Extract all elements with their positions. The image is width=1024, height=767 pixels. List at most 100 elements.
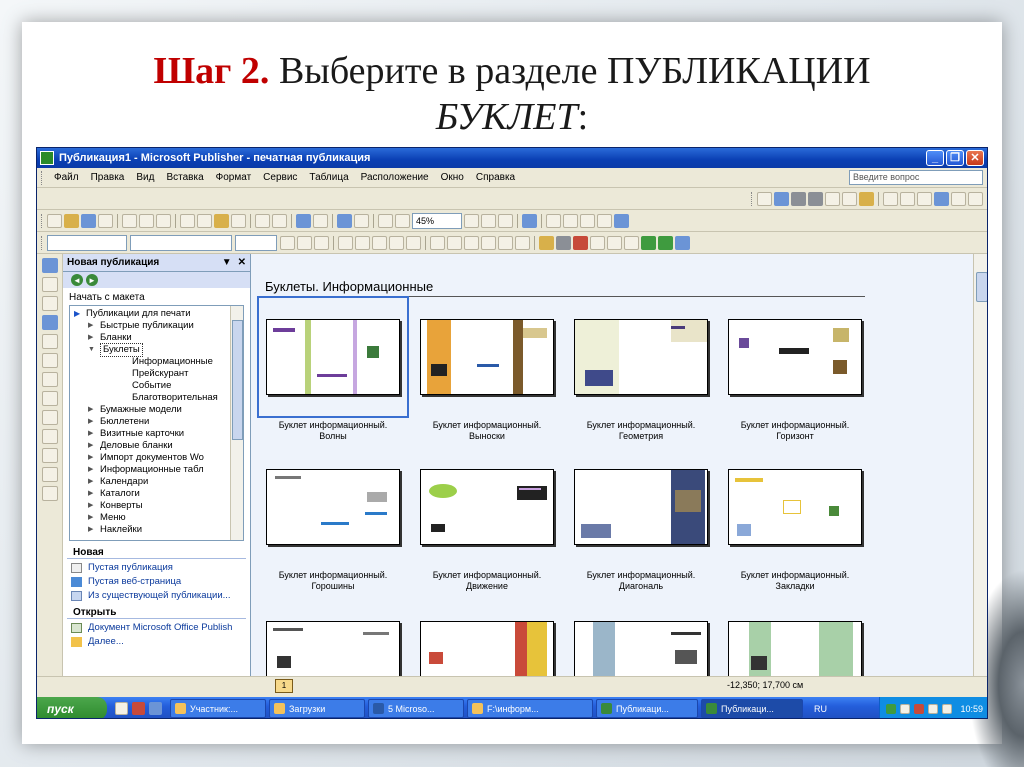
prev-frame-icon[interactable] [580, 213, 595, 228]
booklet-card-dots[interactable]: Буклет информационный. Горошины [259, 448, 407, 592]
dash-style-icon[interactable] [607, 235, 622, 250]
columns-icon[interactable] [378, 213, 393, 228]
reset-picture-icon[interactable] [968, 191, 983, 206]
set-transparent-icon[interactable] [951, 191, 966, 206]
format-painter-icon[interactable] [231, 213, 246, 228]
select-arrow-icon[interactable] [41, 258, 58, 273]
justify-icon[interactable] [389, 235, 404, 250]
menu-insert[interactable]: Вставка [160, 172, 209, 183]
pilcrow-icon[interactable] [395, 213, 410, 228]
increase-indent-icon[interactable] [481, 235, 496, 250]
chevron-down-icon[interactable]: ▼ [222, 257, 232, 268]
menu-arrange[interactable]: Расположение [355, 172, 435, 183]
tree-item[interactable]: ▶ Наклейки [74, 524, 243, 536]
redo-icon[interactable] [272, 213, 287, 228]
oval-icon[interactable] [41, 410, 58, 425]
spelling-icon[interactable] [156, 213, 171, 228]
open-icon[interactable] [64, 213, 79, 228]
tree-item[interactable]: ▶ Импорт документов Wo [74, 452, 243, 464]
align-right-icon[interactable] [372, 235, 387, 250]
align-left-icon[interactable] [338, 235, 353, 250]
print-preview-icon[interactable] [139, 213, 154, 228]
tree-item[interactable]: ▶ Информационные табл [74, 464, 243, 476]
italic-icon[interactable] [297, 235, 312, 250]
start-button[interactable]: пуск [37, 697, 107, 718]
line-style-icon[interactable] [883, 191, 898, 206]
save-icon[interactable] [81, 213, 96, 228]
design-gallery-icon[interactable] [41, 486, 58, 501]
decrease-indent-icon[interactable] [464, 235, 479, 250]
booklet-thumbnail[interactable] [413, 448, 561, 566]
show-desktop-icon[interactable] [115, 702, 128, 715]
booklet-card-geometry[interactable]: Буклет информационный. Геометрия [567, 298, 715, 442]
crop-icon[interactable] [859, 191, 874, 206]
tree-item[interactable]: Прейскурант [74, 368, 243, 380]
tree-item[interactable]: ▶ Конверты [74, 500, 243, 512]
tray-icon[interactable] [886, 703, 897, 714]
tree-scrollbar[interactable] [230, 306, 243, 540]
numbering-icon[interactable] [430, 235, 445, 250]
tree-item-selected[interactable]: ▼ Буклеты [74, 343, 243, 357]
web-icon[interactable] [354, 213, 369, 228]
menu-window[interactable]: Окно [435, 172, 470, 183]
tree-item[interactable]: ▶ Каталоги [74, 488, 243, 500]
decrease-font-icon[interactable] [498, 235, 513, 250]
tree-item[interactable]: ▶ Календари [74, 476, 243, 488]
less-brightness-icon[interactable] [842, 191, 857, 206]
font-color-icon[interactable] [573, 235, 588, 250]
tree-item[interactable]: ▶ Визитные карточки [74, 428, 243, 440]
taskbar-button[interactable]: F:\информ... [467, 699, 593, 718]
booklet-thumbnail[interactable] [721, 448, 869, 566]
booklet-card-horizon[interactable]: Буклет информационный. Горизонт [721, 298, 869, 442]
shadow-style-icon[interactable] [641, 235, 656, 250]
insert-picture-icon[interactable] [757, 191, 772, 206]
fill-color-icon[interactable] [539, 235, 554, 250]
zoom-select[interactable]: 45% [412, 212, 462, 229]
compress-icon[interactable] [900, 191, 915, 206]
booklet-thumbnail[interactable] [567, 448, 715, 566]
bold-icon[interactable] [280, 235, 295, 250]
page-navigator-button[interactable]: 1 [275, 679, 293, 693]
taskbar-button[interactable]: 5 Microso... [368, 699, 464, 718]
undo-icon[interactable] [255, 213, 270, 228]
tree-item[interactable]: ▶ Бумажные модели [74, 404, 243, 416]
font-select[interactable] [130, 234, 232, 251]
rectangle-icon[interactable] [41, 429, 58, 444]
tree-item[interactable]: ▶ Деловые бланки [74, 440, 243, 452]
insert-hyperlink-icon[interactable] [337, 213, 352, 228]
tree-item[interactable]: Благотворительная [74, 392, 243, 404]
tray-icon[interactable] [914, 703, 925, 714]
taskbar-button[interactable]: Загрузки [269, 699, 365, 718]
help-icon[interactable] [522, 213, 537, 228]
less-contrast-icon[interactable] [808, 191, 823, 206]
from-existing-link[interactable]: Из существующей публикации... [63, 587, 250, 601]
toolbar-grip[interactable] [41, 235, 44, 250]
line-spacing-icon[interactable] [406, 235, 421, 250]
bullets-icon[interactable] [447, 235, 462, 250]
volume-icon[interactable] [928, 703, 939, 714]
gallery-scroll-thumb[interactable] [976, 272, 987, 302]
line-icon[interactable] [41, 372, 58, 387]
booklet-card-motion[interactable]: Буклет информационный. Движение [413, 448, 561, 592]
booklet-thumbnail[interactable] [257, 296, 409, 418]
insert-table-icon[interactable] [41, 296, 58, 311]
arrow-icon[interactable] [41, 391, 58, 406]
autoshapes-icon[interactable] [41, 353, 58, 368]
tray-icon[interactable] [900, 703, 911, 714]
print-icon[interactable] [122, 213, 137, 228]
taskbar-button-active[interactable]: Публикаци... [701, 699, 803, 718]
search-icon[interactable] [98, 213, 113, 228]
booklet-card-bookmarks[interactable]: Буклет информационный. Закладки [721, 448, 869, 592]
increase-font-icon[interactable] [515, 235, 530, 250]
help-search-input[interactable]: Введите вопрос [849, 170, 983, 185]
tree-item[interactable]: Информационные [74, 356, 243, 368]
connect-text-icon[interactable] [546, 213, 561, 228]
text-wrap-icon[interactable] [917, 191, 932, 206]
network-icon[interactable] [942, 703, 953, 714]
copy-icon[interactable] [197, 213, 212, 228]
rotate-icon[interactable] [313, 213, 328, 228]
back-icon[interactable]: ◄ [71, 274, 83, 286]
more-contrast-icon[interactable] [791, 191, 806, 206]
more-brightness-icon[interactable] [825, 191, 840, 206]
tree-item[interactable]: Событие [74, 380, 243, 392]
